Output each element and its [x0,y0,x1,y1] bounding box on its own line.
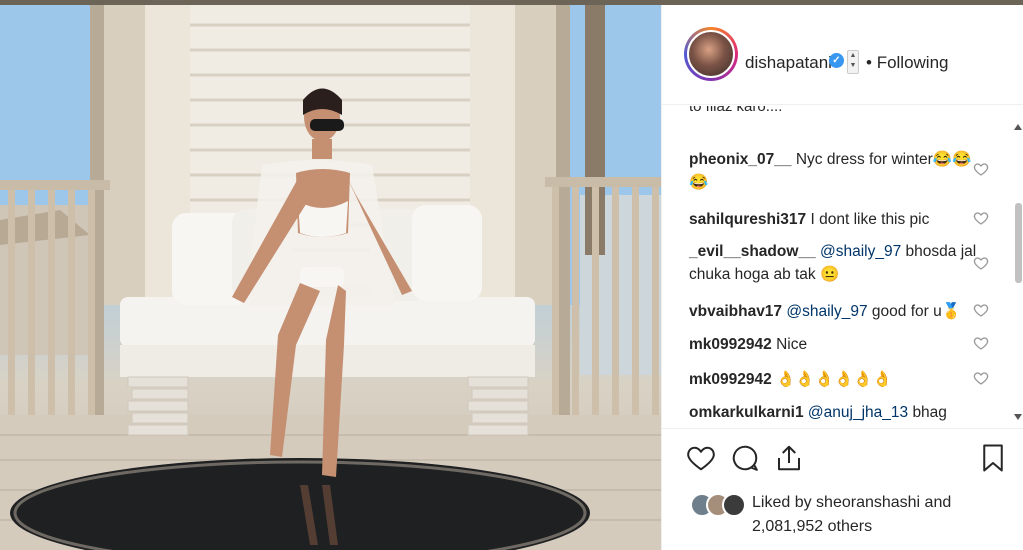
likes-text[interactable]: Liked by sheoranshashi and [752,494,951,512]
scroll-down-arrow-icon[interactable] [1014,414,1022,420]
separator-dot: • [866,53,872,72]
comment-user[interactable]: _evil__shadow__ [689,243,816,260]
comment-user[interactable]: pheonix_07__ [689,151,792,168]
following-button[interactable]: Following [877,53,949,72]
comment-like-heart-icon[interactable] [973,255,989,271]
comment-text: Nice [776,336,808,353]
comment-icon[interactable] [730,441,760,475]
liker-avatars[interactable] [690,493,750,519]
comments-list[interactable]: to filaz karo.... pheonix_07__ Nyc dress… [662,106,1023,429]
scrollbar-thumb[interactable] [1015,203,1022,283]
comment-like-heart-icon[interactable] [973,210,989,226]
comment-text-cont: 😂 [689,174,709,191]
likes-count[interactable]: 2,081,952 others [752,518,872,536]
author-avatar-ring[interactable] [684,27,738,81]
comment-text-cont: chuka hoga ab tak 😐 [689,266,840,283]
comment-like-heart-icon[interactable] [973,370,989,386]
author-username[interactable]: dishapatani [745,53,832,73]
post-header: dishapatani ✓ ▲ ▼ • Following [662,5,1023,105]
comment-user[interactable]: mk0992942 [689,371,772,388]
likes-section: Liked by sheoranshashi and 2,081,952 oth… [662,485,1023,545]
heart-icon[interactable] [686,441,716,475]
post-side-panel: dishapatani ✓ ▲ ▼ • Following to filaz ka… [661,5,1023,550]
comment-mention[interactable]: @anuj_jha_13 [808,404,908,421]
comment-item: mk0992942 👌👌👌👌👌👌 [689,368,979,391]
bookmark-icon[interactable] [978,441,1008,475]
comment-partial: to filaz karo.... [689,106,783,115]
comment-text: bhosda jal [905,243,977,260]
post-photo-illustration [0,5,661,550]
comment-user[interactable]: vbvaibhav17 [689,303,782,320]
scroll-up-arrow-icon[interactable] [1014,124,1022,130]
share-icon[interactable] [774,441,804,475]
comment-item: mk0992942 Nice [689,333,979,356]
comment-user[interactable]: omkarkulkarni1 [689,404,804,421]
comment-text: 👌👌👌👌👌👌 [776,371,892,388]
comment-text: Nyc dress for winter😂😂 [795,151,972,168]
comment-item: pheonix_07__ Nyc dress for winter😂😂 😂 [689,148,979,194]
liker-avatar[interactable] [722,493,746,517]
comment-user[interactable]: sahilqureshi317 [689,211,806,228]
post-photo[interactable] [0,5,661,550]
comment-item: vbvaibhav17 @shaily_97 good for u🥇 [689,300,979,323]
comment-mention[interactable]: @shaily_97 [820,243,901,260]
comment-like-heart-icon[interactable] [973,335,989,351]
comment-user[interactable]: mk0992942 [689,336,772,353]
comment-item: omkarkulkarni1 @anuj_jha_13 bhag [689,401,979,424]
comment-text: good for u🥇 [871,303,962,320]
spin-arrows-icon[interactable]: ▲ ▼ [847,50,859,74]
comment-item: _evil__shadow__ @shaily_97 bhosda jal ch… [689,240,979,286]
author-avatar[interactable] [687,30,735,78]
comment-text: I dont like this pic [810,211,930,228]
comment-like-heart-icon[interactable] [973,161,989,177]
following-status[interactable]: • Following [866,53,949,73]
verified-badge-icon: ✓ [829,53,844,68]
comment-mention[interactable]: @shaily_97 [786,303,867,320]
comment-item: sahilqureshi317 I dont like this pic [689,208,979,231]
comment-like-heart-icon[interactable] [973,302,989,318]
post-actions-bar [662,433,1023,483]
comment-text: bhag [912,404,947,421]
